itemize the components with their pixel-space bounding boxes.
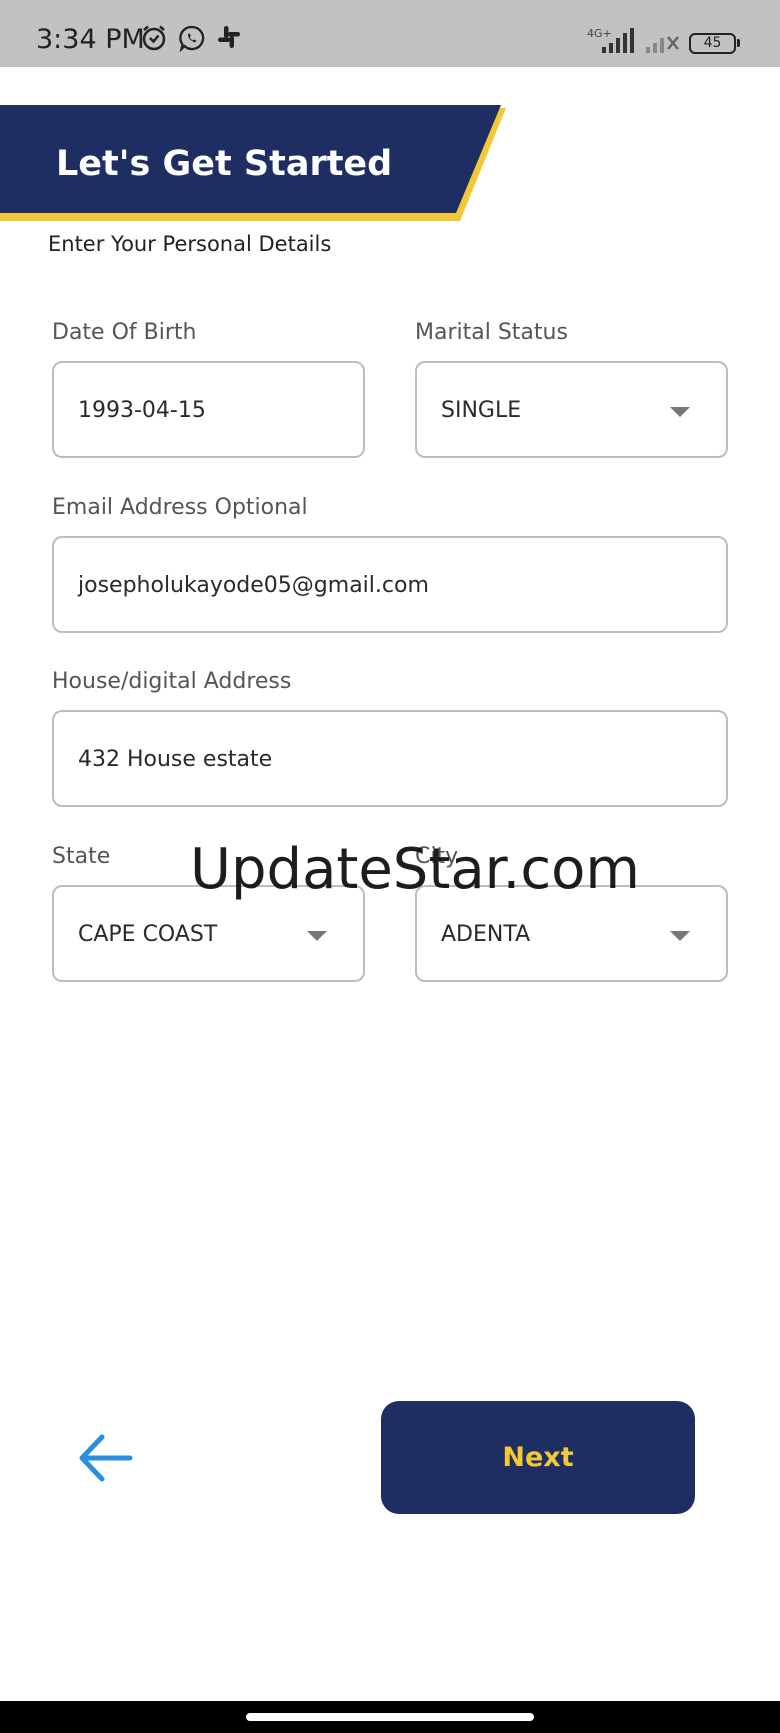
address-field[interactable]: 432 House estate [52,710,728,807]
status-time: 3:34 PM [36,24,145,55]
chevron-down-icon [670,931,690,941]
page-subtitle: Enter Your Personal Details [48,232,332,256]
slack-icon [218,26,240,48]
marital-status-value: SINGLE [441,398,522,423]
alarm-icon [142,25,166,51]
next-button[interactable]: Next [381,1401,695,1514]
date-of-birth-field[interactable]: 1993-04-15 [52,361,365,458]
address-value: 432 House estate [78,747,273,772]
email-field[interactable]: josepholukayode05@gmail.com [52,536,728,633]
page-title: Let's Get Started [56,144,393,184]
signal-icon [602,28,634,53]
whatsapp-icon [179,25,205,52]
state-label: State [52,844,111,869]
city-select[interactable]: ADENTA [415,885,728,982]
battery-icon: 45 [689,33,736,54]
date-of-birth-label: Date Of Birth [52,320,197,345]
marital-status-label: Marital Status [415,320,568,345]
city-value: ADENTA [441,922,531,947]
state-value: CAPE COAST [78,922,218,947]
status-bar: 3:34 PM 4G+ 45 [0,0,780,67]
battery-level: 45 [703,35,722,51]
date-of-birth-value: 1993-04-15 [78,398,206,423]
chevron-down-icon [307,931,327,941]
city-label: City [415,844,459,869]
state-select[interactable]: CAPE COAST [52,885,365,982]
battery-nub [737,39,740,47]
email-value: josepholukayode05@gmail.com [78,573,429,598]
arrow-left-icon[interactable] [74,1428,134,1488]
address-label: House/digital Address [52,669,292,694]
email-label: Email Address Optional [52,495,308,520]
system-nav-bar [0,1701,780,1733]
chevron-down-icon [670,407,690,417]
marital-status-select[interactable]: SINGLE [415,361,728,458]
signal-off-icon [646,36,679,53]
home-indicator[interactable] [246,1713,534,1721]
